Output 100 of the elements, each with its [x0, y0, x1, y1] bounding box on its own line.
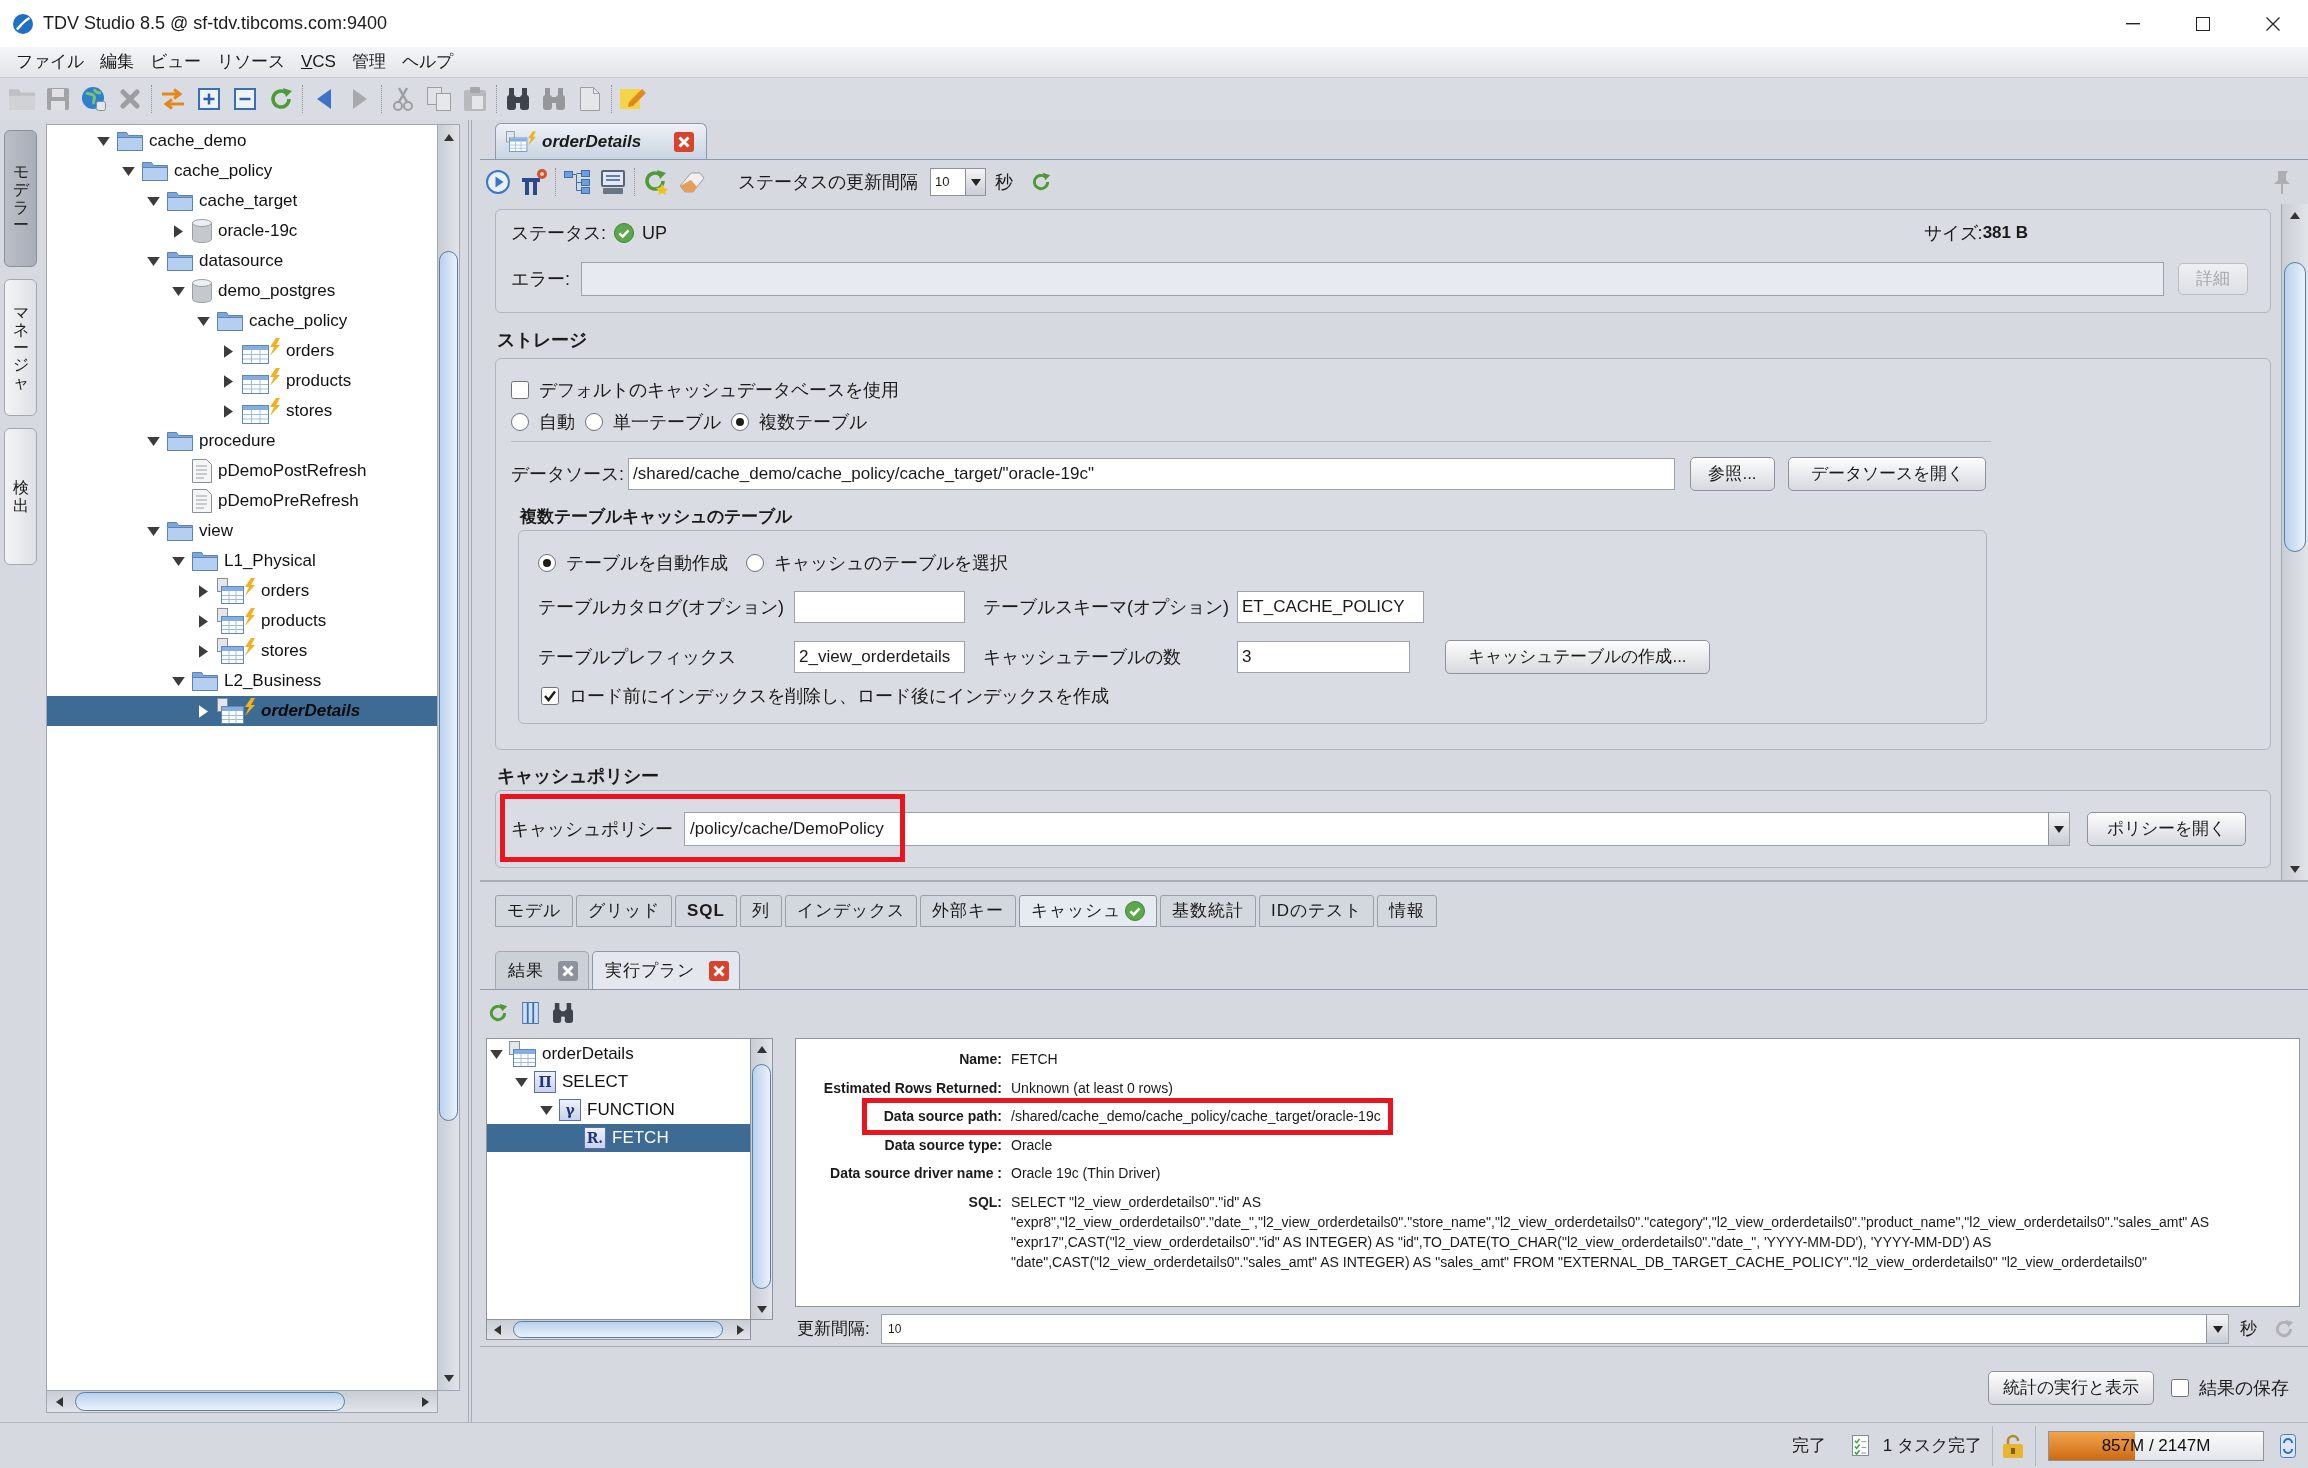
count-field[interactable]: 3	[1237, 641, 1410, 673]
caret-down-icon[interactable]	[146, 436, 160, 446]
caret-down-icon[interactable]	[539, 1105, 553, 1115]
tree-item[interactable]: pDemoPreRefresh	[171, 486, 359, 516]
tree-item[interactable]: orderDetails	[47, 696, 437, 726]
caret-right-icon[interactable]	[223, 404, 233, 418]
menu-item[interactable]: ヘルプ	[393, 49, 461, 75]
create-tables-button[interactable]: キャッシュテーブルの作成...	[1445, 640, 1710, 674]
caret-down-icon[interactable]	[171, 286, 185, 296]
tree-item[interactable]: products	[196, 606, 327, 636]
view-tab[interactable]: グリッド	[576, 895, 672, 927]
refresh-star-icon[interactable]	[643, 169, 669, 195]
caret-down-icon[interactable]	[489, 1049, 503, 1059]
tree-item[interactable]: R. FETCH	[487, 1124, 750, 1152]
tree-item[interactable]: L1_Physical	[171, 546, 316, 576]
open-policy-button[interactable]: ポリシーを開く	[2087, 812, 2246, 846]
caret-right-icon[interactable]	[736, 1324, 744, 1335]
binoculars-icon[interactable]	[553, 1002, 573, 1023]
tree-item[interactable]: orders	[196, 576, 310, 606]
interval-combo[interactable]: 10	[930, 168, 986, 196]
scrollbar-thumb[interactable]	[2284, 262, 2306, 552]
caret-right-icon[interactable]	[198, 614, 208, 628]
radio-button[interactable]	[746, 554, 764, 572]
scrollbar-thumb[interactable]	[513, 1321, 723, 1338]
dropdown-button[interactable]	[2206, 1315, 2228, 1343]
caret-right-icon[interactable]	[198, 704, 208, 718]
caret-left-icon[interactable]	[493, 1324, 501, 1335]
caret-down-icon[interactable]	[756, 1305, 767, 1313]
tree-item[interactable]: pDemoPostRefresh	[171, 456, 367, 486]
caret-right-icon[interactable]	[198, 584, 208, 598]
checkbox[interactable]	[2171, 1379, 2189, 1397]
scrollbar[interactable]	[2281, 204, 2308, 880]
caret-down-icon[interactable]	[121, 166, 135, 176]
caret-down-icon[interactable]	[196, 316, 210, 326]
scrollbar[interactable]	[486, 1320, 751, 1340]
view-tab[interactable]: 基数統計	[1159, 895, 1256, 927]
error-field[interactable]	[581, 262, 2164, 296]
caret-down-icon[interactable]	[514, 1077, 528, 1087]
caret-down-icon[interactable]	[2212, 1325, 2223, 1333]
tree-item[interactable]: stores	[196, 636, 308, 666]
caret-down-icon[interactable]	[2054, 825, 2064, 833]
view-tab[interactable]: キャッシュ	[1018, 895, 1157, 927]
binoculars-icon[interactable]	[507, 88, 529, 110]
pi-gear-icon[interactable]	[521, 169, 547, 195]
caret-down-icon[interactable]	[171, 556, 185, 566]
caret-down-icon[interactable]	[146, 196, 160, 206]
hierarchy-icon[interactable]	[564, 170, 590, 194]
scrollbar[interactable]	[751, 1038, 773, 1320]
play-circle-icon[interactable]	[486, 170, 510, 194]
open-datasource-button[interactable]: データソースを開く	[1788, 457, 1986, 491]
view-tab[interactable]: IDのテスト	[1258, 895, 1374, 927]
run-statistics-button[interactable]: 統計の実行と表示	[1988, 1371, 2154, 1405]
view-tab[interactable]: 情報	[1376, 895, 1437, 927]
tree-item[interactable]: stores	[221, 396, 333, 426]
caret-left-icon[interactable]	[55, 1396, 63, 1407]
sync-icon[interactable]	[2280, 1433, 2296, 1458]
browse-button[interactable]: 参照...	[1690, 457, 1775, 491]
checkbox[interactable]	[511, 381, 529, 399]
scrollbar-thumb[interactable]	[75, 1392, 345, 1411]
side-tab[interactable]: マネージャ	[4, 279, 37, 416]
result-tab[interactable]: 実行プラン	[592, 951, 740, 989]
caret-down-icon[interactable]	[2290, 865, 2300, 873]
tree-item[interactable]: cache_policy	[196, 306, 348, 336]
view-tab[interactable]: 外部キー	[919, 895, 1016, 927]
checkbox[interactable]	[541, 687, 559, 705]
caret-down-icon[interactable]	[443, 1374, 454, 1382]
caret-right-icon[interactable]	[421, 1396, 429, 1407]
tree-item[interactable]: cache_policy	[121, 156, 273, 186]
caret-down-icon[interactable]	[96, 136, 110, 146]
datasource-field[interactable]: /shared/cache_demo/cache_policy/cache_target/"oracle-19c"	[628, 458, 1675, 490]
caret-right-icon[interactable]	[198, 644, 208, 658]
tree-item[interactable]: demo_postgres	[171, 276, 336, 306]
close-icon[interactable]	[2266, 16, 2280, 31]
caret-right-icon[interactable]	[223, 374, 233, 388]
view-tab[interactable]: インデックス	[784, 895, 917, 927]
radio-button[interactable]	[731, 413, 749, 431]
catalog-field[interactable]	[794, 591, 965, 623]
caret-right-icon[interactable]	[173, 224, 183, 238]
tree-item[interactable]: L2_Business	[171, 666, 322, 696]
schema-field[interactable]: ET_CACHE_POLICY	[1237, 591, 1424, 623]
menu-item[interactable]: 管理	[343, 49, 394, 75]
policy-combo[interactable]: /policy/cache/DemoPolicy	[684, 812, 2070, 846]
side-tab[interactable]: 検出	[4, 428, 37, 565]
tree-item[interactable]: cache_demo	[96, 126, 247, 156]
monitor-icon[interactable]	[601, 170, 625, 194]
tree-item[interactable]: cache_target	[146, 186, 298, 216]
scrollbar-thumb[interactable]	[752, 1064, 771, 1289]
scrollbar[interactable]	[46, 1391, 438, 1413]
minimize-icon[interactable]	[2126, 22, 2140, 25]
radio-button[interactable]	[511, 413, 529, 431]
editor-tab[interactable]: orderDetails	[495, 123, 707, 159]
tree-item[interactable]: orders	[221, 336, 335, 366]
tree-item[interactable]: orderDetails	[489, 1040, 634, 1068]
tree-item[interactable]: datasource	[146, 246, 284, 276]
view-tab[interactable]: 列	[739, 895, 782, 927]
scrollbar-thumb[interactable]	[439, 251, 458, 1121]
radio-button[interactable]	[585, 413, 603, 431]
refresh-icon[interactable]	[269, 87, 293, 111]
tree-item[interactable]: procedure	[146, 426, 276, 456]
plus-box-icon[interactable]	[198, 88, 220, 110]
